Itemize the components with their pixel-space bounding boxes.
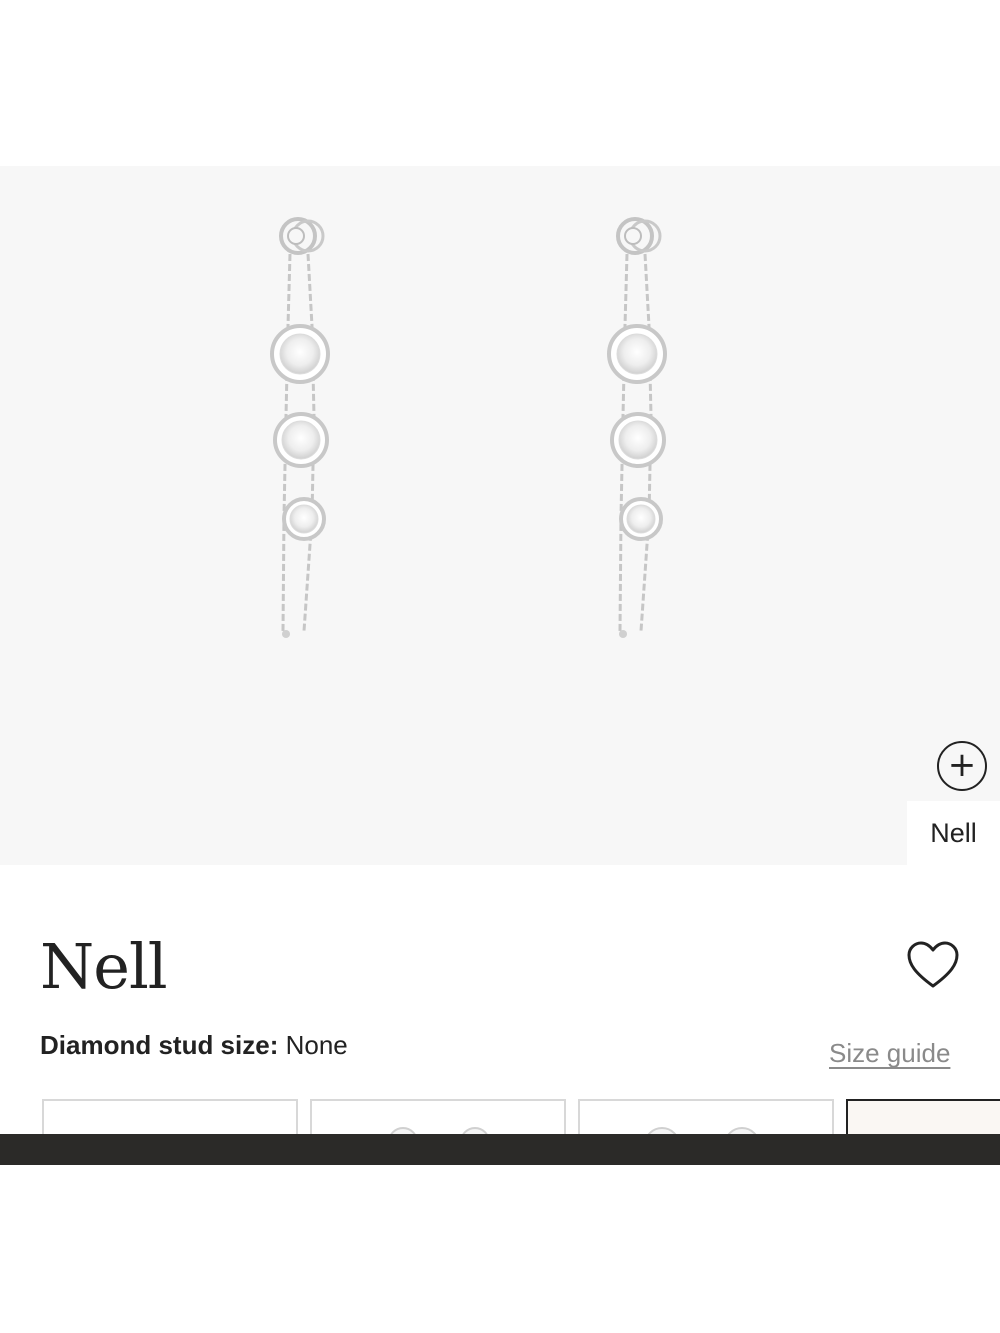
size-guide-link[interactable]: Size guide <box>829 1038 950 1069</box>
sticky-bottom-bar[interactable] <box>0 1134 1000 1165</box>
option-value: None <box>285 1030 348 1060</box>
diamond-stud-size-option: Diamond stud size: None <box>40 1030 348 1061</box>
option-label: Diamond stud size: <box>40 1030 279 1060</box>
earrings-image <box>270 217 667 640</box>
swatch-small[interactable] <box>310 1099 566 1135</box>
left-earring <box>270 217 330 640</box>
wishlist-button[interactable] <box>905 940 961 992</box>
product-image-gallery[interactable] <box>0 166 1000 865</box>
right-earring <box>607 217 667 640</box>
bottom-whitespace <box>0 1165 1000 1333</box>
zoom-button[interactable]: + <box>937 741 987 791</box>
product-title: Nell <box>40 930 168 1003</box>
plus-circle-icon: + <box>947 745 977 785</box>
stud-size-swatches <box>0 1099 1000 1135</box>
image-variant-label: Nell <box>907 801 1000 865</box>
heart-outline-icon <box>907 941 959 988</box>
swatch-none[interactable] <box>42 1099 298 1135</box>
top-whitespace <box>0 0 1000 166</box>
swatch-large[interactable] <box>846 1099 1000 1135</box>
swatch-medium[interactable] <box>578 1099 834 1135</box>
